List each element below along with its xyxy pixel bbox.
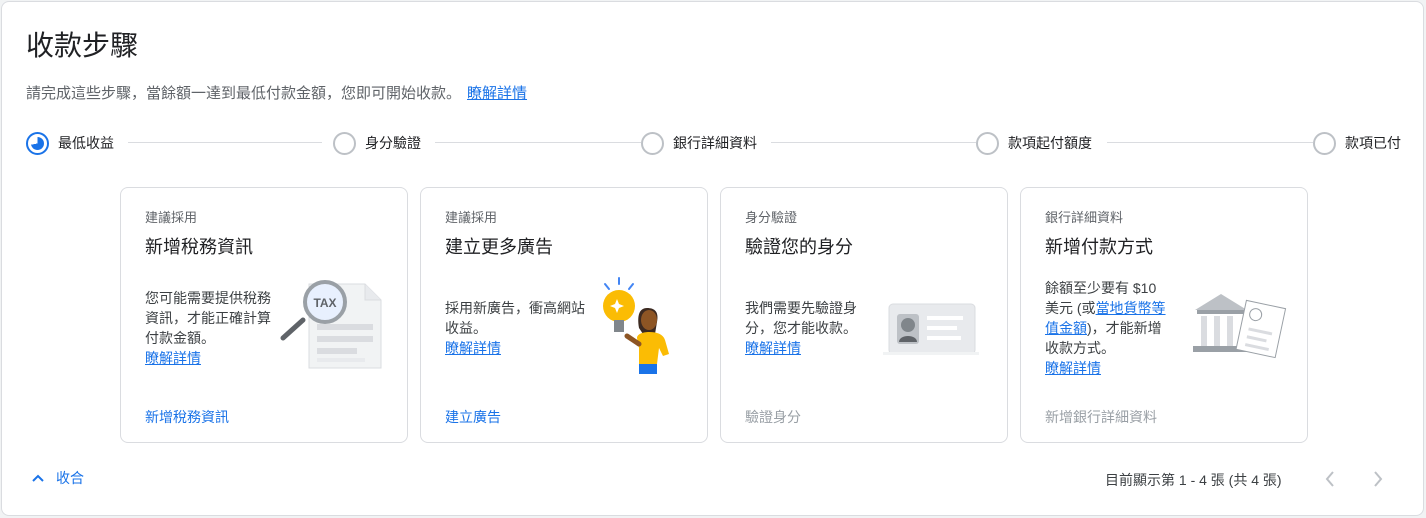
card-description-text: 您可能需要提供稅務資訊，才能正確計算付款金額。 — [145, 290, 271, 346]
chevron-left-icon — [1325, 471, 1334, 487]
chevron-up-icon — [32, 474, 44, 482]
add-tax-info-button[interactable]: 新增稅務資訊 — [145, 407, 229, 427]
step-pending-icon — [976, 131, 999, 155]
add-bank-details-button[interactable]: 新增銀行詳細資料 — [1045, 407, 1157, 427]
step-pending-icon — [333, 131, 356, 155]
card-add-payment-method: 銀行詳細資料 新增付款方式 餘額至少要有 $10 美元 (或當地貨幣等值金額)，… — [1020, 187, 1308, 443]
step-payment-threshold: 款項起付額度 — [976, 130, 1092, 156]
card-title: 新增付款方式 — [1045, 237, 1153, 257]
previous-page-button[interactable] — [1317, 466, 1343, 492]
collapse-label: 收合 — [56, 470, 84, 486]
card-description: 我們需要先驗證身分，您才能收款。 瞭解詳情 — [745, 298, 873, 358]
step-minimum-earnings: 最低收益 — [26, 130, 114, 156]
card-learn-more-link[interactable]: 瞭解詳情 — [1045, 358, 1173, 378]
step-pending-icon — [641, 131, 664, 155]
progress-stepper: 最低收益 身分驗證 銀行詳細資料 款項起付額度 款項已付 — [26, 130, 1404, 156]
card-description: 您可能需要提供稅務資訊，才能正確計算付款金額。 瞭解詳情 — [145, 288, 273, 368]
step-label: 身分驗證 — [365, 135, 421, 151]
card-category: 銀行詳細資料 — [1045, 210, 1124, 225]
chevron-right-icon — [1374, 471, 1383, 487]
lightbulb-person-icon — [603, 277, 669, 374]
card-title: 驗證您的身分 — [745, 237, 853, 257]
step-progress-icon — [26, 131, 49, 155]
tax-document-icon: TAX — [280, 280, 382, 369]
step-label: 款項已付 — [1345, 135, 1401, 151]
bank-icon — [1193, 294, 1287, 359]
step-bank-details: 銀行詳細資料 — [641, 130, 757, 156]
stepper-connector — [435, 142, 642, 143]
card-verify-identity: 身分驗證 驗證您的身分 我們需要先驗證身分，您才能收款。 瞭解詳情 驗證身分 — [720, 187, 1008, 443]
step-payment-issued: 款項已付 — [1313, 130, 1401, 156]
stepper-connector — [771, 142, 977, 143]
pagination-status: 目前顯示第 1 - 4 張 (共 4 張) — [1105, 472, 1282, 488]
card-description-text: 我們需要先驗證身分，您才能收款。 — [745, 300, 857, 336]
step-identity-verification: 身分驗證 — [333, 130, 421, 156]
card-create-more-ads: 建議採用 建立更多廣告 採用新廣告，衝高網站收益。 瞭解詳情 建立廣告 — [420, 187, 708, 443]
step-pending-icon — [1313, 131, 1336, 155]
card-add-tax-info: 建議採用 新增稅務資訊 您可能需要提供稅務資訊，才能正確計算付款金額。 瞭解詳情… — [120, 187, 408, 443]
create-ad-button[interactable]: 建立廣告 — [445, 407, 501, 427]
subtitle-text: 請完成這些步驟，當餘額一達到最低付款金額，您即可開始收款。 — [26, 85, 462, 102]
card-description: 餘額至少要有 $10 美元 (或當地貨幣等值金額)，才能新增收款方式。 瞭解詳情 — [1045, 278, 1173, 378]
subtitle-learn-more-link[interactable]: 瞭解詳情 — [467, 85, 527, 102]
id-card-icon — [883, 303, 979, 355]
card-category: 建議採用 — [145, 210, 198, 225]
card-title: 新增稅務資訊 — [145, 237, 253, 257]
card-description: 採用新廣告，衝高網站收益。 瞭解詳情 — [445, 298, 595, 358]
next-page-button[interactable] — [1365, 466, 1391, 492]
card-description-text: 採用新廣告，衝高網站收益。 — [445, 300, 585, 336]
stepper-connector — [1107, 142, 1314, 143]
payment-steps-panel: 收款步驟 請完成這些步驟，當餘額一達到最低付款金額，您即可開始收款。 瞭解詳情 最… — [1, 1, 1424, 516]
step-label: 銀行詳細資料 — [673, 135, 757, 151]
page-subtitle: 請完成這些步驟，當餘額一達到最低付款金額，您即可開始收款。 瞭解詳情 — [26, 83, 527, 105]
tax-label: TAX — [313, 296, 336, 310]
card-category: 身分驗證 — [745, 210, 798, 225]
verify-identity-button[interactable]: 驗證身分 — [745, 407, 801, 427]
card-learn-more-link[interactable]: 瞭解詳情 — [745, 338, 873, 358]
card-learn-more-link[interactable]: 瞭解詳情 — [145, 348, 273, 368]
collapse-button[interactable]: 收合 — [32, 468, 84, 488]
page-title: 收款步驟 — [26, 30, 139, 61]
step-label: 最低收益 — [58, 135, 114, 151]
card-learn-more-link[interactable]: 瞭解詳情 — [445, 338, 595, 358]
stepper-connector — [128, 142, 322, 143]
step-label: 款項起付額度 — [1008, 135, 1092, 151]
card-category: 建議採用 — [445, 210, 498, 225]
card-title: 建立更多廣告 — [445, 237, 553, 257]
